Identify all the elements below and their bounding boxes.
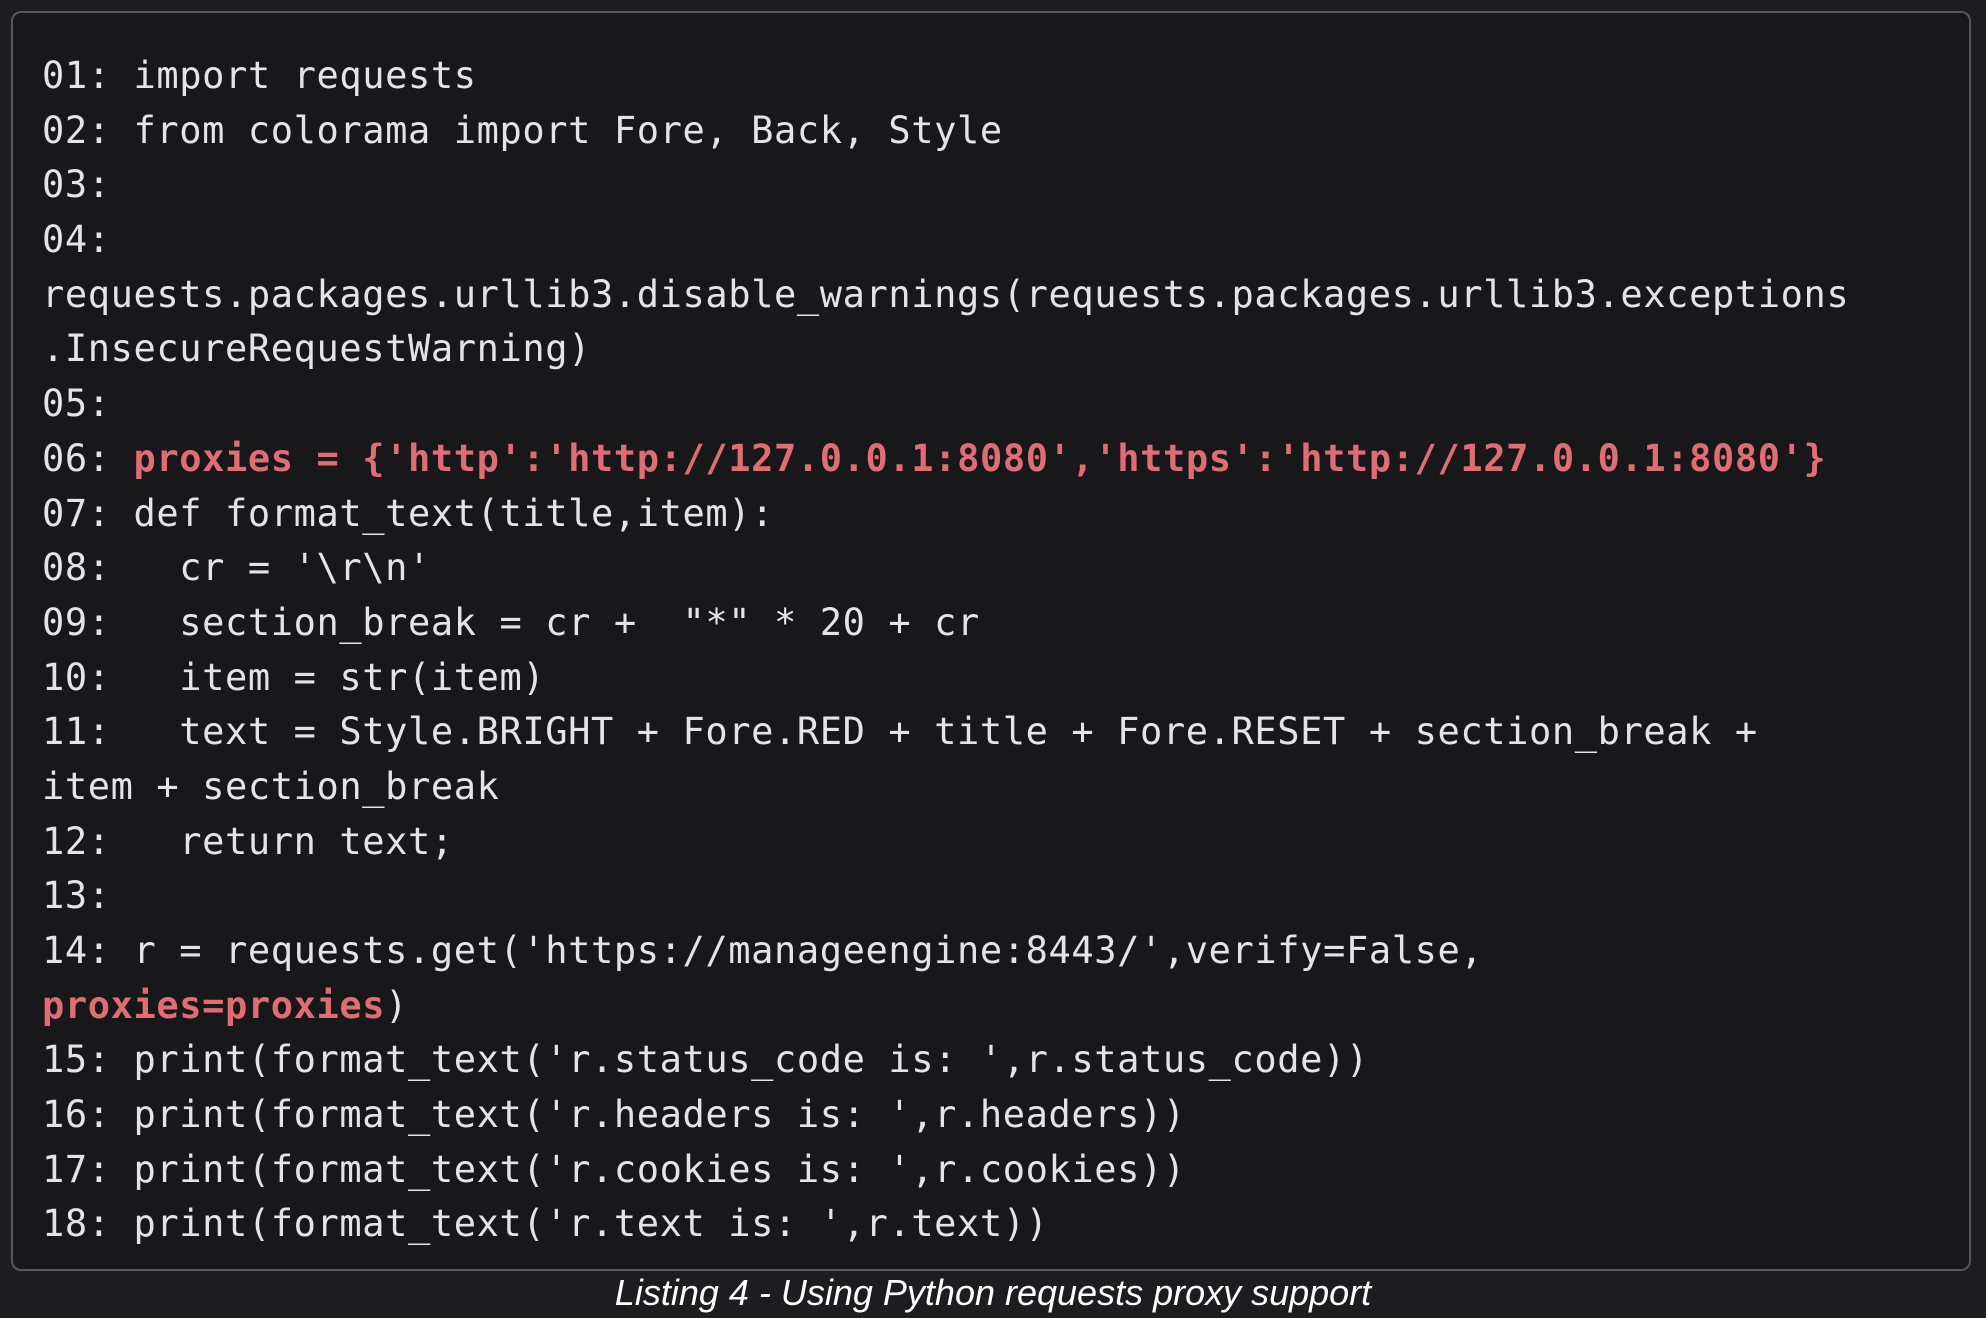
code-line: 05: (42, 377, 1969, 432)
code-line: 16: print(format_text('r.headers is: ',r… (42, 1088, 1969, 1143)
code-line: 17: print(format_text('r.cookies is: ',r… (42, 1143, 1969, 1198)
code-line: 01: import requests (42, 49, 1969, 104)
line-number: 02: (42, 108, 111, 152)
line-number: 15: (42, 1038, 111, 1082)
line-number: 10: (42, 655, 111, 699)
code-text: return text; (110, 819, 454, 863)
code-line: 06: proxies = {'http':'http://127.0.0.1:… (42, 432, 1969, 487)
code-text: text = Style.BRIGHT + Fore.RED + title +… (110, 710, 1758, 754)
code-line: 03: (42, 158, 1969, 213)
code-text: print(format_text('r.headers is: ',r.hea… (110, 1093, 1186, 1137)
code-line: 02: from colorama import Fore, Back, Sty… (42, 104, 1969, 159)
code-line: proxies=proxies) (42, 979, 1969, 1034)
code-text: item + section_break (42, 764, 500, 808)
code-line: 18: print(format_text('r.text is: ',r.te… (42, 1197, 1969, 1252)
code-text: import requests (110, 54, 477, 97)
highlighted-code: proxies=proxies (42, 983, 386, 1027)
line-number: 14: (42, 929, 111, 972)
line-number: 04: (42, 218, 111, 262)
line-number: 18: (42, 1202, 111, 1246)
code-line: 11: text = Style.BRIGHT + Fore.RED + tit… (42, 705, 1969, 760)
code-text: .InsecureRequestWarning) (42, 327, 592, 371)
code-line: requests.packages.urllib3.disable_warnin… (42, 268, 1969, 323)
listing-caption: Listing 4 - Using Python requests proxy … (614, 1272, 1372, 1313)
code-text: def format_text(title,item): (110, 491, 775, 535)
code-line: 08: cr = '\r\n' (42, 541, 1969, 596)
code-line: 09: section_break = cr + "*" * 20 + cr (42, 596, 1969, 651)
code-text: requests.packages.urllib3.disable_warnin… (42, 272, 1850, 316)
line-number: 16: (42, 1093, 111, 1137)
line-number: 13: (42, 874, 111, 918)
code-text: r = requests.get('https://manageengine:8… (110, 929, 1484, 972)
code-text: print(format_text('r.text is: ',r.text)) (110, 1202, 1049, 1246)
line-number: 01: (42, 54, 111, 97)
code-line: 10: item = str(item) (42, 651, 1969, 706)
code-line: 15: print(format_text('r.status_code is:… (42, 1033, 1969, 1088)
code-line: .InsecureRequestWarning) (42, 322, 1969, 377)
line-number: 08: (42, 546, 111, 590)
highlighted-code: proxies = {'http':'http://127.0.0.1:8080… (133, 436, 1827, 480)
code-text: print(format_text('r.cookies is: ',r.coo… (110, 1147, 1186, 1191)
line-number: 05: (42, 382, 111, 426)
line-number: 09: (42, 600, 111, 644)
code-listing-box: 01: import requests 02: from colorama imp… (11, 11, 1971, 1271)
code-line: 13: (42, 869, 1969, 924)
line-number: 06: (42, 436, 111, 480)
code-text: section_break = cr + "*" * 20 + cr (110, 600, 980, 644)
code-text-after: ) (385, 983, 409, 1027)
code-text: print(format_text('r.status_code is: ',r… (110, 1038, 1369, 1082)
code-line: 04: (42, 213, 1969, 268)
line-number: 12: (42, 819, 111, 863)
line-number: 03: (42, 163, 111, 207)
code-text: cr = '\r\n' (110, 546, 431, 590)
code-line: item + section_break (42, 760, 1969, 815)
code-text: from colorama import Fore, Back, Style (110, 108, 1003, 152)
code-line: 12: return text; (42, 815, 1969, 870)
code-line: 07: def format_text(title,item): (42, 487, 1969, 542)
line-number: 17: (42, 1147, 111, 1191)
line-number: 07: (42, 491, 111, 535)
page: 01: import requests 02: from colorama imp… (0, 0, 1986, 1318)
code-text: item = str(item) (110, 655, 546, 699)
code-line: 14: r = requests.get('https://manageengi… (42, 924, 1969, 979)
line-number: 11: (42, 710, 111, 754)
